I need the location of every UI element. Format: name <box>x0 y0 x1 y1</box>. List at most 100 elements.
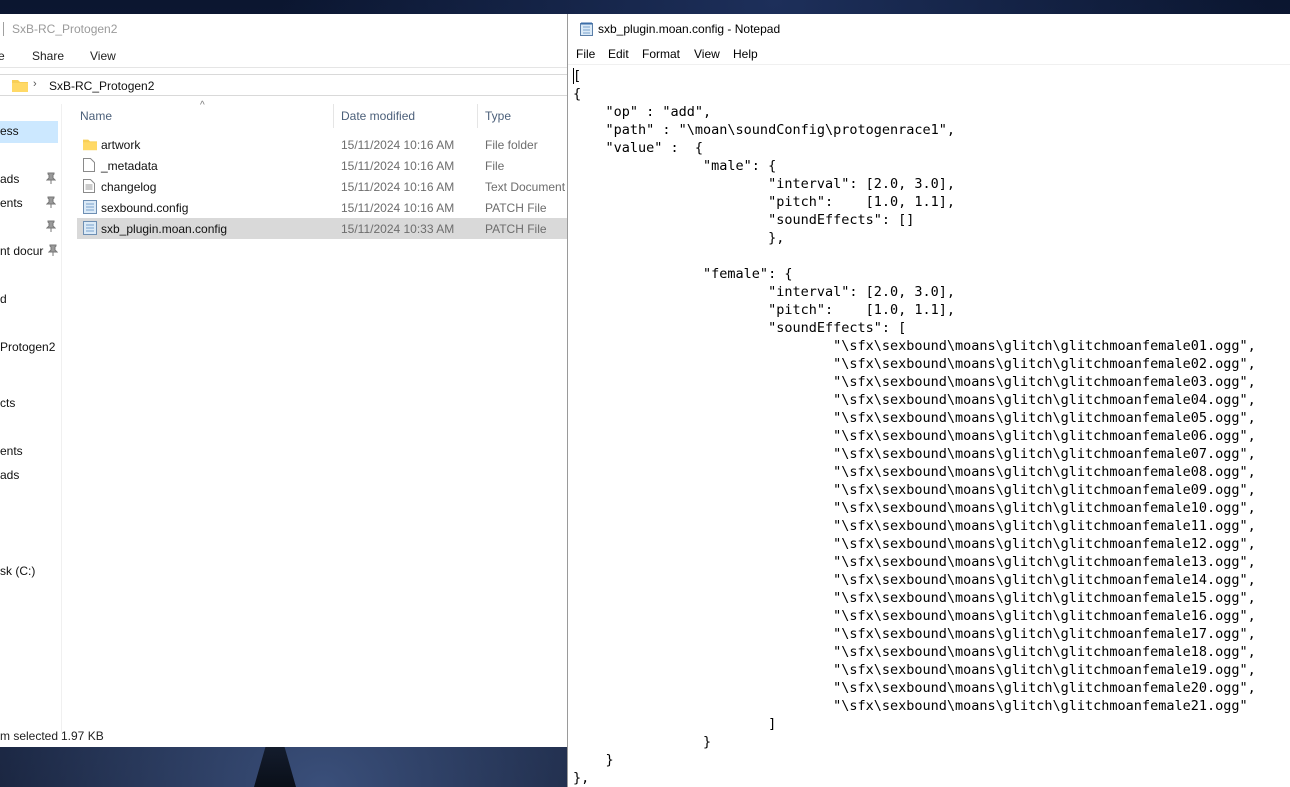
folder-icon <box>83 137 97 154</box>
file-row-changelog[interactable]: changelog 15/11/2024 10:16 AM Text Docum… <box>77 176 568 197</box>
text-line: "\sfx\sexbound\moans\glitch\glitchmoanfe… <box>573 446 1256 462</box>
menu-view[interactable]: View <box>694 47 720 61</box>
wallpaper-tower <box>254 745 296 787</box>
menu-format[interactable]: Format <box>642 47 680 61</box>
text-line: "\sfx\sexbound\moans\glitch\glitchmoanfe… <box>573 644 1256 660</box>
file-icon <box>83 158 95 175</box>
file-row-sexbound-config[interactable]: sexbound.config 15/11/2024 10:16 AM PATC… <box>77 197 568 218</box>
column-header-type[interactable]: Type <box>485 109 511 123</box>
nav-item-pictures[interactable] <box>0 217 62 239</box>
menu-edit[interactable]: Edit <box>608 47 629 61</box>
address-bar[interactable]: › SxB-RC_Protogen2 <box>0 74 568 96</box>
text-line: }, <box>573 770 590 786</box>
notepad-text-area[interactable]: [{ "op" : "add", "path" : "\moan\soundCo… <box>568 64 1290 787</box>
text-line: "soundEffects": [ <box>573 320 907 336</box>
text-line: "\sfx\sexbound\moans\glitch\glitchmoanfe… <box>573 662 1256 678</box>
text-line: "\sfx\sexbound\moans\glitch\glitchmoanfe… <box>573 410 1256 426</box>
breadcrumb-current-folder[interactable]: SxB-RC_Protogen2 <box>49 79 154 93</box>
status-selection-size: 1.97 KB <box>61 729 104 743</box>
column-divider[interactable] <box>333 104 334 128</box>
text-line: "value" : { <box>573 140 704 156</box>
file-name: changelog <box>101 180 157 194</box>
text-line: "\sfx\sexbound\moans\glitch\glitchmoanfe… <box>573 626 1256 642</box>
column-header-name[interactable]: Name <box>80 109 112 123</box>
column-divider[interactable] <box>477 104 478 128</box>
text-line: { <box>573 86 582 102</box>
text-line: "\sfx\sexbound\moans\glitch\glitchmoanfe… <box>573 554 1256 570</box>
text-line: } <box>573 752 614 768</box>
nav-item-label: ess <box>0 124 19 138</box>
patch-file-icon <box>83 221 97 238</box>
sort-up-icon: ^ <box>200 100 205 111</box>
notepad-title: sxb_plugin.moan.config - Notepad <box>598 22 781 36</box>
file-name: sxb_plugin.moan.config <box>101 222 228 236</box>
notepad-menubar: File Edit Format View Help <box>568 44 1290 64</box>
text-line: } <box>573 734 712 750</box>
breadcrumb-chevron-icon: › <box>33 78 37 90</box>
patch-file-icon <box>83 200 97 217</box>
nav-item-folder-d[interactable]: d <box>0 289 62 311</box>
notepad-titlebar[interactable]: sxb_plugin.moan.config - Notepad <box>568 14 1290 44</box>
file-name: _metadata <box>101 159 158 173</box>
menu-file[interactable]: File <box>576 47 595 61</box>
text-line: "\sfx\sexbound\moans\glitch\glitchmoanfe… <box>573 392 1256 408</box>
text-line: "\sfx\sexbound\moans\glitch\glitchmoanfe… <box>573 680 1256 696</box>
nav-item-documents[interactable]: ents <box>0 193 62 215</box>
ribbon-tab-view[interactable]: View <box>90 49 116 63</box>
text-line: "\sfx\sexbound\moans\glitch\glitchmoanfe… <box>573 608 1256 624</box>
text-line: "\sfx\sexbound\moans\glitch\glitchmoanfe… <box>573 536 1256 552</box>
text-line: "interval": [2.0, 3.0], <box>573 284 956 300</box>
text-line: "\sfx\sexbound\moans\glitch\glitchmoanfe… <box>573 428 1256 444</box>
text-line: "\sfx\sexbound\moans\glitch\glitchmoanfe… <box>573 356 1256 372</box>
navigation-pane: ess ads ents nt docur d Protogen2 cts en… <box>0 104 62 732</box>
nav-item-protogen2[interactable]: Protogen2 <box>0 337 62 359</box>
text-line: "\sfx\sexbound\moans\glitch\glitchmoanfe… <box>573 572 1256 588</box>
nav-item-downloads-pc[interactable]: ads <box>0 465 62 487</box>
file-date: 15/11/2024 10:16 AM <box>341 201 455 215</box>
nav-item-recent-documents[interactable]: nt docur <box>0 241 62 263</box>
notepad-content[interactable]: [{ "op" : "add", "path" : "\moan\soundCo… <box>573 67 1256 787</box>
titlebar-separator <box>3 22 4 36</box>
text-line: "interval": [2.0, 3.0], <box>573 176 956 192</box>
file-row-artwork[interactable]: artwork 15/11/2024 10:16 AM File folder <box>77 134 568 155</box>
file-row-metadata[interactable]: _metadata 15/11/2024 10:16 AM File <box>77 155 568 176</box>
text-line: "pitch": [1.0, 1.1], <box>573 302 956 318</box>
text-line: "\sfx\sexbound\moans\glitch\glitchmoanfe… <box>573 374 1256 390</box>
file-date: 15/11/2024 10:16 AM <box>341 159 455 173</box>
file-name: sexbound.config <box>101 201 189 215</box>
menu-help[interactable]: Help <box>733 47 758 61</box>
text-line: "\sfx\sexbound\moans\glitch\glitchmoanfe… <box>573 518 1256 534</box>
nav-item-label: ads <box>0 172 20 186</box>
nav-item-objects[interactable]: cts <box>0 393 62 415</box>
nav-item-quick-access[interactable]: ess <box>0 121 58 143</box>
nav-item-documents-pc[interactable]: ents <box>0 441 62 463</box>
text-line: "path" : "\moan\soundConfig\protogenrace… <box>573 122 956 138</box>
nav-item-downloads[interactable]: ads <box>0 169 62 191</box>
nav-item-label: Protogen2 <box>0 340 56 354</box>
text-line <box>573 247 1256 265</box>
nav-item-label: ents <box>0 444 23 458</box>
ribbon-tab-share[interactable]: Share <box>32 49 64 63</box>
nav-item-label: cts <box>0 396 16 410</box>
text-line: "\sfx\sexbound\moans\glitch\glitchmoanfe… <box>573 464 1256 480</box>
column-header-date-modified[interactable]: Date modified <box>341 109 415 123</box>
file-date: 15/11/2024 10:16 AM <box>341 138 455 152</box>
explorer-ribbon: e Share View <box>0 44 568 68</box>
pin-icon <box>45 172 57 187</box>
nav-item-label: ents <box>0 196 23 210</box>
text-line: }, <box>573 230 785 246</box>
nav-item-label: d <box>0 292 7 306</box>
text-line: "female": { <box>573 266 793 282</box>
nav-item-local-disk[interactable]: sk (C:) <box>0 561 62 583</box>
text-line: "\sfx\sexbound\moans\glitch\glitchmoanfe… <box>573 338 1256 354</box>
file-type: File folder <box>485 138 538 152</box>
file-date: 15/11/2024 10:16 AM <box>341 180 455 194</box>
explorer-titlebar[interactable]: SxB-RC_Protogen2 <box>0 14 568 44</box>
text-line: "op" : "add", <box>573 104 712 120</box>
status-selection-count: m selected <box>0 729 59 743</box>
file-row-sxb-plugin-moan-config[interactable]: sxb_plugin.moan.config 15/11/2024 10:33 … <box>77 218 568 239</box>
folder-icon <box>12 78 28 95</box>
ribbon-tab-home[interactable]: e <box>0 49 5 63</box>
explorer-title: SxB-RC_Protogen2 <box>12 22 118 36</box>
nav-item-label: nt docur <box>0 244 44 258</box>
